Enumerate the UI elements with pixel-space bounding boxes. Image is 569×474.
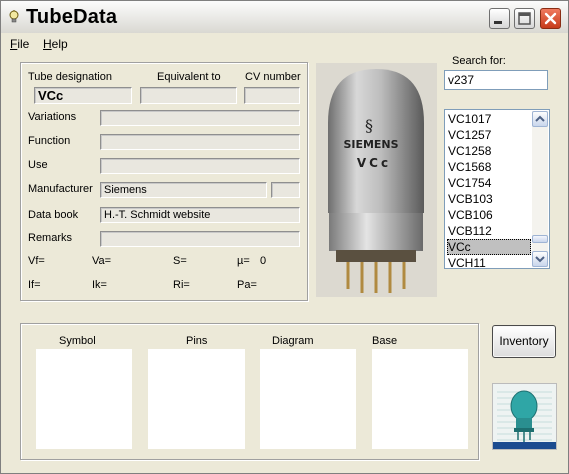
param-ri-label: Ri= — [173, 279, 190, 291]
tubedata-window: TubeData File Help Tube designation Equi… — [0, 0, 569, 474]
list-item[interactable]: VC1257 — [447, 127, 531, 143]
pins-box — [148, 349, 245, 449]
variations-label: Variations — [28, 111, 77, 123]
tube-listbox[interactable]: VC1017 VC1257 VC1258 VC1568 VC1754 VCB103 VCB1… — [444, 109, 550, 269]
designation-field[interactable]: VCc — [34, 87, 132, 104]
symbol-label: Symbol — [59, 335, 96, 347]
minimize-icon — [494, 21, 502, 24]
cv-field[interactable] — [244, 87, 300, 104]
base-box — [372, 349, 468, 449]
param-mu-value: 0 — [260, 255, 267, 267]
list-item[interactable]: VCB103 — [447, 191, 531, 207]
param-ik-label: Ik= — [92, 279, 107, 291]
remarks-field[interactable] — [100, 231, 300, 247]
maximize-button[interactable] — [514, 8, 535, 29]
photo-brand-text: SIEMENS — [343, 138, 398, 151]
param-vf-label: Vf= — [28, 255, 45, 267]
list-item[interactable]: VCB112 — [447, 223, 531, 239]
list-scrollbar[interactable] — [532, 111, 548, 267]
photo-model-text: VCc — [357, 156, 391, 170]
list-item[interactable]: VC1258 — [447, 143, 531, 159]
title-bar[interactable]: TubeData — [1, 1, 568, 33]
diagram-box — [260, 349, 356, 449]
param-pa-label: Pa= — [237, 279, 257, 291]
function-field[interactable] — [100, 134, 300, 150]
param-va-label: Va= — [92, 255, 112, 267]
equivalent-field[interactable] — [140, 87, 237, 104]
base-label: Base — [372, 335, 398, 347]
inventory-button-label: Inventory — [499, 334, 549, 348]
menu-file-label: File — [10, 37, 30, 51]
diagram-label: Diagram — [272, 335, 314, 347]
list-item[interactable]: VCc — [447, 239, 531, 255]
close-icon — [544, 12, 557, 25]
manufacturer-label: Manufacturer — [28, 183, 93, 195]
function-label: Function — [28, 135, 71, 147]
use-field[interactable] — [100, 158, 300, 174]
minimize-button[interactable] — [489, 8, 510, 29]
close-button[interactable] — [540, 8, 561, 29]
search-label: Search for: — [452, 55, 506, 67]
designation-label: Tube designation — [28, 71, 112, 83]
menu-file[interactable]: File — [10, 37, 29, 51]
remarks-label: Remarks — [28, 232, 73, 244]
variations-field[interactable] — [100, 110, 300, 126]
databook-field[interactable]: H.-T. Schmidt website — [100, 207, 300, 223]
list-item[interactable]: VC1017 — [447, 111, 531, 127]
lightbulb-icon — [9, 10, 19, 23]
manufacturer-field[interactable]: Siemens — [100, 182, 267, 198]
use-label: Use — [28, 159, 48, 171]
list-item[interactable]: VC1754 — [447, 175, 531, 191]
search-input[interactable]: v237 — [444, 70, 548, 90]
scroll-up-button[interactable] — [532, 111, 548, 127]
cv-label: CV number — [245, 71, 301, 83]
tube-logo-icon — [492, 383, 557, 450]
manufacturer-extra-field[interactable] — [271, 182, 300, 198]
param-mu-label: µ= — [237, 255, 250, 267]
list-item[interactable]: VCH11 — [447, 255, 531, 268]
tube-illustration: § SIEMENS VCc — [316, 63, 437, 297]
tube-logo-graphic — [493, 384, 556, 449]
tube-photo: § SIEMENS VCc — [316, 63, 437, 297]
list-item[interactable]: VCB106 — [447, 207, 531, 223]
svg-text:§: § — [365, 116, 373, 135]
menu-help-label: Help — [43, 37, 68, 51]
inventory-button[interactable]: Inventory — [492, 325, 556, 358]
param-if-label: If= — [28, 279, 41, 291]
chevron-up-icon — [535, 115, 545, 122]
symbol-box — [36, 349, 132, 449]
param-s-label: S= — [173, 255, 187, 267]
equivalent-label: Equivalent to — [157, 71, 221, 83]
window-title: TubeData — [26, 6, 118, 28]
pins-label: Pins — [186, 335, 208, 347]
tube-list: VC1017 VC1257 VC1258 VC1568 VC1754 VCB103 VCB1… — [447, 111, 531, 268]
menu-bar: File Help — [1, 34, 568, 54]
scroll-down-button[interactable] — [532, 251, 548, 267]
scroll-thumb[interactable] — [532, 235, 548, 243]
maximize-icon — [518, 12, 531, 25]
list-item[interactable]: VC1568 — [447, 159, 531, 175]
databook-label: Data book — [28, 209, 79, 221]
menu-help[interactable]: Help — [43, 37, 68, 51]
chevron-down-icon — [535, 256, 545, 263]
